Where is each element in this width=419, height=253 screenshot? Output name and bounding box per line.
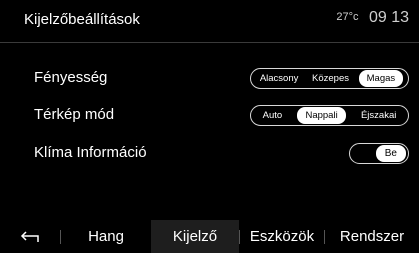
status-area: 27°c 09 13	[336, 9, 409, 27]
map-mode-label: Térkép mód	[34, 106, 115, 123]
brightness-option-medium[interactable]: Közepes	[308, 71, 353, 86]
map-mode-row: Térkép mód Auto Nappali Éjszakai	[0, 103, 419, 131]
map-mode-option-auto[interactable]: Auto	[259, 108, 287, 123]
climate-info-label: Klíma Információ	[34, 144, 147, 161]
brightness-option-low[interactable]: Alacsony	[256, 71, 303, 86]
brightness-option-high[interactable]: Magas	[358, 70, 404, 87]
climate-info-toggle[interactable]: Be	[349, 143, 409, 164]
climate-info-row: Klíma Információ Be	[0, 141, 419, 169]
tab-eszkozok[interactable]: Eszközök	[240, 220, 324, 253]
map-mode-option-night[interactable]: Éjszakai	[357, 108, 400, 123]
map-mode-selector[interactable]: Auto Nappali Éjszakai	[250, 105, 409, 126]
brightness-label: Fényesség	[34, 69, 108, 86]
header-bar: Kijelzőbeállítások 27°c 09 13	[0, 0, 419, 43]
bottom-tab-bar: Hang Kijelző Eszközök Rendszer	[0, 220, 419, 253]
brightness-row: Fényesség Alacsony Közepes Magas	[0, 66, 419, 94]
back-button[interactable]	[0, 220, 60, 253]
temperature-readout: 27°c	[336, 11, 359, 23]
brightness-selector[interactable]: Alacsony Közepes Magas	[250, 68, 409, 89]
tab-rendszer[interactable]: Rendszer	[325, 220, 419, 253]
clock: 09 13	[368, 9, 409, 26]
tab-kijelzo[interactable]: Kijelző	[151, 220, 239, 253]
tab-hang[interactable]: Hang	[61, 220, 151, 253]
back-arrow-icon	[20, 230, 40, 243]
page-title: Kijelzőbeállítások	[24, 11, 140, 28]
map-mode-option-day[interactable]: Nappali	[297, 107, 346, 124]
climate-info-toggle-value: Be	[375, 145, 406, 162]
